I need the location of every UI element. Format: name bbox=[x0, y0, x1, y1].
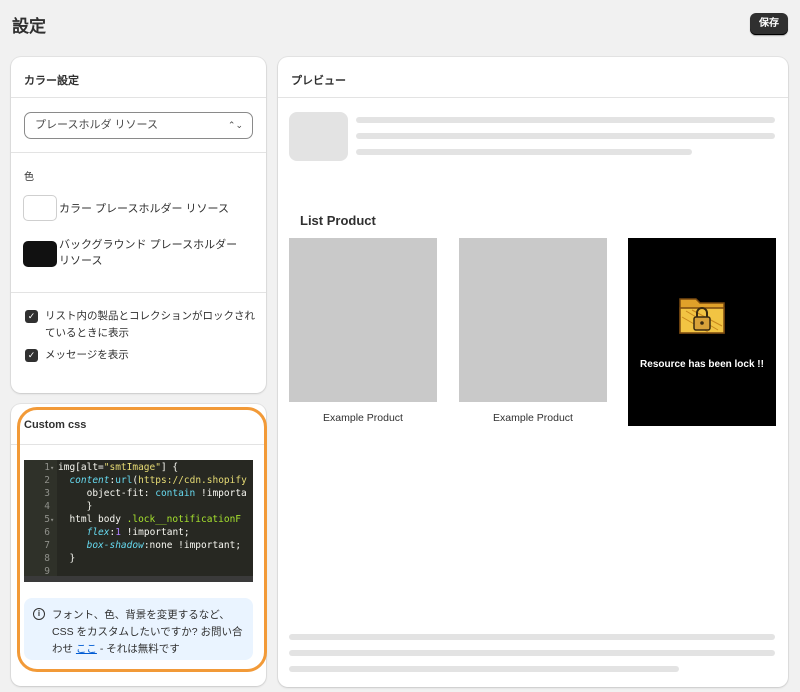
skeleton-line bbox=[289, 634, 775, 640]
divider bbox=[11, 292, 266, 293]
css-code-editor[interactable]: 1▾ img[alt="smtImage"] { 2 content:url(ht… bbox=[24, 460, 253, 582]
select-value: プレースホルダ リソース bbox=[35, 119, 158, 131]
background-color-label: バックグラウンド プレースホルダー リソース bbox=[59, 239, 238, 267]
placeholder-color-label: カラー プレースホルダー リソース bbox=[59, 203, 230, 215]
product-image-placeholder bbox=[289, 238, 437, 402]
locked-folder-icon bbox=[679, 298, 725, 334]
skeleton-thumbnail bbox=[289, 112, 348, 161]
color-section-label: 色 bbox=[24, 172, 34, 183]
contact-link[interactable]: ここ bbox=[76, 643, 97, 655]
show-message-label: メッセージを表示 bbox=[45, 349, 129, 361]
product-card[interactable]: Example Product bbox=[459, 238, 607, 424]
page-title: 設定 bbox=[12, 17, 46, 36]
locked-message: Resource has been lock !! bbox=[640, 359, 764, 370]
skeleton-line bbox=[289, 650, 775, 656]
chevron-up-down-icon: ⌃⌄ bbox=[227, 120, 243, 130]
product-name: Example Product bbox=[323, 412, 403, 424]
divider bbox=[11, 152, 266, 153]
color-settings-title: カラー設定 bbox=[11, 57, 266, 98]
show-message-checkbox-row[interactable]: ✓ メッセージを表示 bbox=[25, 347, 255, 364]
save-button[interactable]: 保存 bbox=[750, 13, 788, 35]
list-product-title: List Product bbox=[300, 213, 376, 228]
locked-product-card: Resource has been lock !! bbox=[628, 238, 776, 426]
skeleton-line bbox=[356, 117, 775, 123]
custom-css-card: Custom css 1▾ img[alt="smtImage"] { 2 con… bbox=[11, 404, 266, 686]
show-when-locked-checkbox-row[interactable]: ✓ リスト内の製品とコレクションがロックされているときに表示 bbox=[25, 308, 255, 342]
show-when-locked-label: リスト内の製品とコレクションがロックされているときに表示 bbox=[45, 310, 255, 339]
color-settings-card: カラー設定 プレースホルダ リソース ⌃⌄ 色 カラー プレースホルダー リソー… bbox=[11, 57, 266, 393]
product-image-placeholder bbox=[459, 238, 607, 402]
checkbox-checked-icon[interactable]: ✓ bbox=[25, 310, 38, 323]
info-icon: i bbox=[33, 608, 45, 620]
editor-scrollbar[interactable] bbox=[24, 576, 253, 582]
custom-css-title: Custom css bbox=[11, 404, 266, 445]
preview-card: プレビュー List Product Example Product Examp… bbox=[278, 57, 788, 687]
skeleton-line bbox=[289, 666, 679, 672]
checkbox-checked-icon[interactable]: ✓ bbox=[25, 349, 38, 362]
info-suffix: - それは無料です bbox=[96, 643, 180, 655]
preview-title: プレビュー bbox=[278, 57, 788, 98]
placeholder-resource-select[interactable]: プレースホルダ リソース ⌃⌄ bbox=[24, 112, 253, 139]
skeleton-line bbox=[356, 133, 775, 139]
placeholder-color-swatch[interactable] bbox=[23, 195, 57, 221]
product-name: Example Product bbox=[493, 412, 573, 424]
skeleton-line bbox=[356, 149, 692, 155]
product-card[interactable]: Example Product bbox=[289, 238, 437, 424]
background-color-swatch[interactable] bbox=[23, 241, 57, 267]
info-banner: i フォント、色、背景を変更するなど、CSS をカスタムしたいですか? お問い合… bbox=[24, 598, 253, 660]
